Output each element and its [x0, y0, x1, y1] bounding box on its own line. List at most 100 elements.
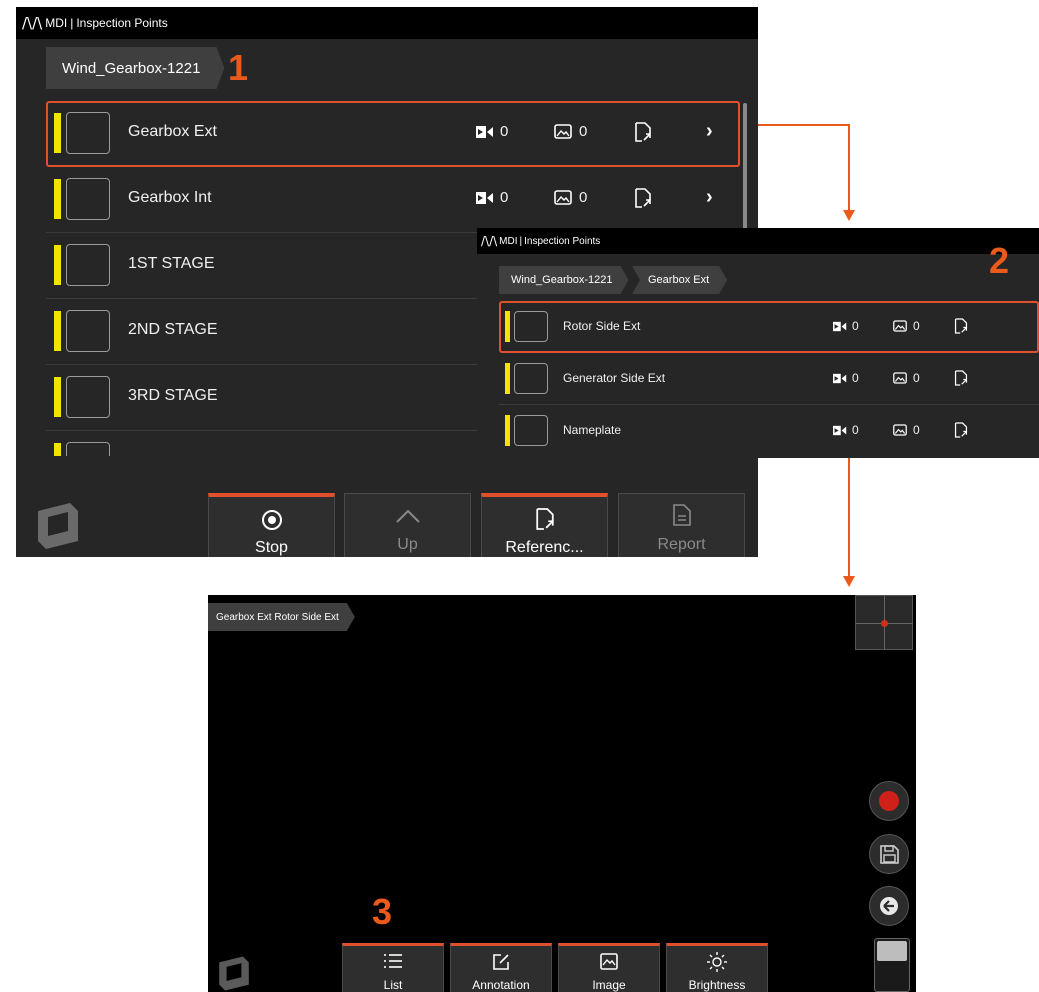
callout-2: 2: [989, 240, 1010, 281]
breadcrumb-root[interactable]: Wind_Gearbox-1221: [499, 266, 629, 294]
video-count: 0: [833, 371, 859, 385]
back-button[interactable]: [869, 886, 909, 926]
save-icon: [880, 845, 899, 864]
item-checkbox[interactable]: [66, 310, 110, 352]
list-item[interactable]: Generator Side Ext 0 0: [499, 353, 1039, 405]
status-marker: [54, 377, 61, 417]
save-button[interactable]: [869, 834, 909, 874]
page-title: Inspection Points: [76, 16, 168, 30]
record-icon: [879, 791, 899, 811]
reference-icon: [535, 508, 554, 530]
list-item[interactable]: Gearbox Int 0 0 ›: [46, 167, 740, 233]
stop-icon: [261, 510, 282, 530]
reference-icon[interactable]: [634, 122, 652, 142]
video-count: 0: [833, 423, 859, 437]
image-icon: [893, 424, 907, 436]
status-marker: [505, 415, 510, 446]
item-checkbox[interactable]: [514, 311, 548, 342]
video-icon: [833, 425, 847, 435]
arrow-left-icon: [880, 897, 898, 915]
video-count: 0: [833, 319, 859, 333]
item-checkbox[interactable]: [66, 376, 110, 418]
item-checkbox[interactable]: [66, 244, 110, 286]
inspection-points-screen-sub: /\/\ MDI | Inspection Points Wind_Gearbo…: [477, 228, 1039, 458]
toggle-switch[interactable]: [874, 938, 910, 992]
item-checkbox[interactable]: [514, 363, 548, 394]
list-item[interactable]: Nameplate 0 0: [499, 405, 1039, 456]
reference-icon[interactable]: [954, 318, 968, 334]
reference-icon[interactable]: [954, 370, 968, 386]
evident-logo-icon: [219, 956, 249, 991]
inspection-list: Rotor Side Ext 0 0 Generator Side Ext 0 …: [499, 301, 1039, 458]
chevron-up-icon: [395, 509, 420, 523]
list-button[interactable]: List: [342, 943, 444, 992]
chevron-right-icon[interactable]: ›: [706, 120, 713, 143]
breadcrumb[interactable]: Gearbox Ext Rotor Side Ext: [208, 603, 355, 631]
image-icon: [893, 320, 907, 332]
title-bar: /\/\ MDI | Inspection Points: [477, 228, 1039, 254]
brightness-button[interactable]: Brightness: [666, 943, 768, 992]
connector-line: [848, 124, 850, 212]
report-icon: [672, 504, 691, 526]
mdi-logo-icon: /\/\: [22, 14, 43, 32]
annotation-icon: [493, 954, 509, 970]
image-icon: [600, 953, 618, 970]
video-icon: [833, 321, 847, 331]
callout-1: 1: [228, 47, 249, 88]
arrow-head-icon: [843, 210, 855, 221]
chevron-right-icon[interactable]: ›: [706, 186, 713, 209]
video-icon: [833, 373, 847, 383]
image-button[interactable]: Image: [558, 943, 660, 992]
evident-logo-icon: [38, 503, 78, 549]
app-brand: MDI: [45, 16, 68, 30]
video-icon: [476, 191, 493, 204]
image-count: 0: [893, 423, 920, 437]
image-count: 0: [554, 123, 587, 140]
image-count: 0: [893, 371, 920, 385]
status-marker: [54, 245, 61, 285]
item-checkbox[interactable]: [66, 178, 110, 220]
breadcrumb[interactable]: Wind_Gearbox-1221: [46, 47, 224, 89]
video-icon: [476, 125, 493, 138]
title-bar: /\/\ MDI | Inspection Points: [16, 7, 758, 39]
connector-line: [742, 124, 850, 126]
report-button[interactable]: Report: [618, 493, 745, 557]
arrow-head-icon: [843, 576, 855, 587]
reference-icon[interactable]: [634, 188, 652, 208]
app-brand: MDI: [499, 235, 518, 247]
crosshair-dot-icon: [881, 620, 888, 627]
video-count: 0: [476, 123, 508, 140]
up-button[interactable]: Up: [344, 493, 471, 557]
status-marker: [54, 443, 61, 456]
list-item[interactable]: Gearbox Ext 0 0 ›: [46, 101, 740, 167]
image-icon: [554, 190, 572, 205]
item-checkbox[interactable]: [66, 112, 110, 154]
image-count: 0: [554, 189, 587, 206]
connector-line: [848, 455, 850, 577]
reference-icon[interactable]: [954, 422, 968, 438]
video-count: 0: [476, 189, 508, 206]
page-title: Inspection Points: [524, 235, 601, 247]
brightness-icon: [707, 952, 727, 972]
list-icon: [384, 954, 402, 968]
item-checkbox[interactable]: [514, 415, 548, 446]
status-marker: [505, 311, 510, 342]
image-icon: [554, 124, 572, 139]
live-view-screen: Gearbox Ext Rotor Side Ext 3 List Annota…: [208, 595, 916, 992]
stop-button[interactable]: Stop: [208, 493, 335, 557]
status-marker: [54, 311, 61, 351]
status-marker: [505, 363, 510, 394]
annotation-button[interactable]: Annotation: [450, 943, 552, 992]
callout-3: 3: [372, 891, 393, 932]
item-checkbox[interactable]: [66, 442, 110, 456]
list-item[interactable]: Rotor Side Ext 0 0: [499, 301, 1039, 353]
crosshair-widget[interactable]: [855, 595, 913, 650]
reference-button[interactable]: Referenc...: [481, 493, 608, 557]
breadcrumb-current[interactable]: Gearbox Ext: [632, 266, 727, 294]
image-count: 0: [893, 319, 920, 333]
status-marker: [54, 113, 61, 153]
image-icon: [893, 372, 907, 384]
status-marker: [54, 179, 61, 219]
record-button[interactable]: [869, 781, 909, 821]
mdi-logo-icon: /\/\: [481, 234, 498, 248]
